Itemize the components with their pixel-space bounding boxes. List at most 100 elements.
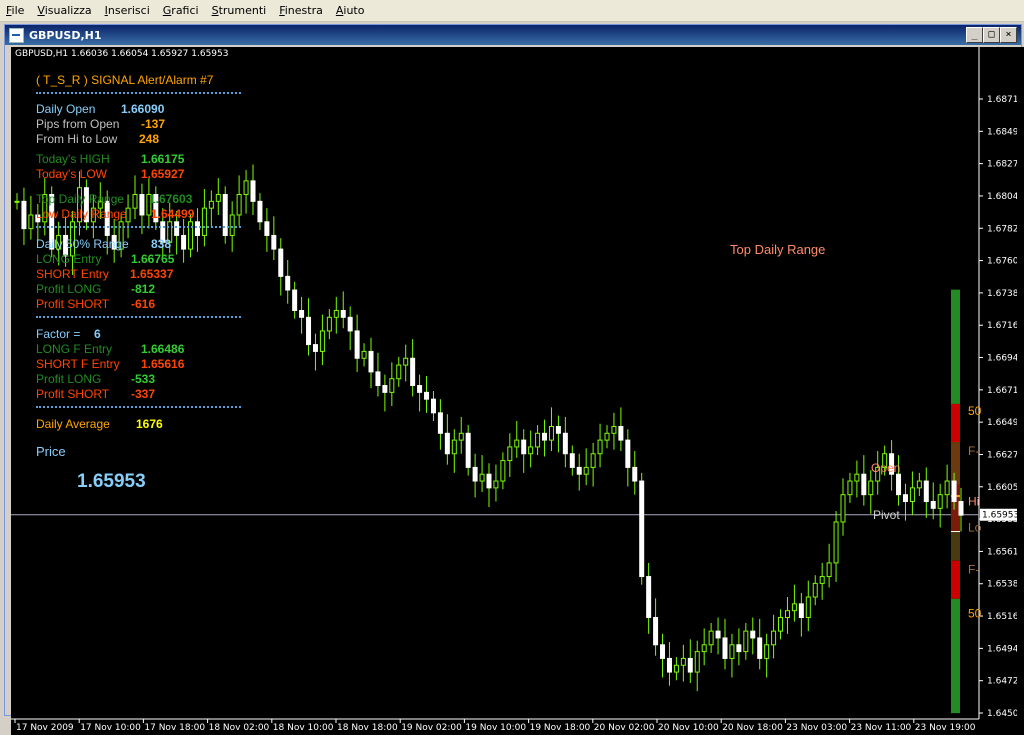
candle-body <box>632 466 638 482</box>
candle-body <box>625 439 631 468</box>
candle-body <box>666 657 672 673</box>
indicator-row-label: Profit SHORT <box>36 297 110 311</box>
candle-body <box>257 200 263 223</box>
candle-body <box>722 637 728 659</box>
candle-body <box>14 200 20 203</box>
maximize-button[interactable]: □ <box>983 27 1000 43</box>
x-tick-label: 17 Nov 2009 <box>16 723 74 733</box>
price-chart[interactable]: 1.68710 1.68490 1.68270 1.68045 1.67825 1.676… <box>11 47 1024 735</box>
candle-body <box>222 194 228 236</box>
candle-body <box>271 234 277 250</box>
y-tick-label: 1.66050 <box>987 483 1017 493</box>
candle-body <box>868 480 874 496</box>
x-tick-label: 18 Nov 10:00 <box>273 723 334 733</box>
candle-body <box>778 616 784 632</box>
y-tick-label: 1.67160 <box>987 321 1017 331</box>
menu-window[interactable]: Finestra <box>273 0 330 21</box>
x-tick-label: 20 Nov 02:00 <box>594 723 655 733</box>
candle-body <box>562 432 568 455</box>
level-band-segment <box>951 442 960 485</box>
candle-body <box>750 630 756 639</box>
level-band-segment <box>951 289 960 404</box>
candle-body <box>208 200 214 209</box>
close-button[interactable]: × <box>1000 27 1017 43</box>
right-level-label: F- <box>968 563 979 577</box>
candle-body <box>861 473 867 496</box>
window-titlebar[interactable]: GBPUSD,H1 <box>5 25 1021 45</box>
candle-body <box>236 194 242 216</box>
y-tick-label: 1.64720 <box>987 677 1017 687</box>
y-tick-label: 1.67825 <box>987 224 1017 234</box>
indicator-row-value: 1.66486 <box>141 342 185 356</box>
candle-body <box>319 330 325 352</box>
menu-help[interactable]: Aiuto <box>330 0 372 21</box>
candle-body <box>937 494 943 509</box>
menu-insert[interactable]: Inserisci <box>99 0 157 21</box>
candle-body <box>264 221 270 236</box>
candle-body <box>653 616 659 646</box>
indicator-row-label: Factor = <box>36 327 81 341</box>
candle-body <box>784 610 790 618</box>
candle-body <box>347 316 353 332</box>
candle-body <box>771 630 777 646</box>
candle-body <box>21 200 27 230</box>
candle-body <box>382 385 388 393</box>
candle-body <box>542 432 548 441</box>
candle-body <box>493 480 499 489</box>
right-level-label: F- <box>968 444 979 458</box>
indicator-row-label: Profit LONG <box>36 282 102 296</box>
chart-canvas: 1.68710 1.68490 1.68270 1.68045 1.67825 1.676… <box>11 47 1017 733</box>
candle-body <box>840 494 846 523</box>
level-band-segment <box>951 531 960 561</box>
indicator-row-label: Daily 50% Range <box>36 237 129 251</box>
candle-body <box>389 378 395 393</box>
candle-body <box>333 309 339 318</box>
candle-body <box>951 480 957 503</box>
menu-view[interactable]: Visualizza <box>31 0 98 21</box>
candle-body <box>472 466 478 482</box>
candle-body <box>833 521 839 564</box>
y-tick-label: 1.65610 <box>987 547 1017 557</box>
y-tick-label: 1.64940 <box>987 644 1017 654</box>
candle-body <box>528 446 534 455</box>
candle-body <box>764 644 770 659</box>
candle-body <box>375 371 381 387</box>
candle-body <box>694 651 700 673</box>
top-daily-range-label: Top Daily Range <box>730 242 826 257</box>
indicator-title: ( T_S_R ) SIGNAL Alert/Alarm #7 <box>36 73 214 87</box>
indicator-row-value: 1676 <box>136 417 163 431</box>
indicator-row-value: -337 <box>131 387 156 401</box>
candle-body <box>521 439 527 455</box>
candle-body <box>847 480 853 496</box>
indicator-row-value: 1.66090 <box>121 102 165 116</box>
indicator-row-value: 838 <box>151 237 172 251</box>
x-tick-label: 20 Nov 18:00 <box>722 723 783 733</box>
candle-body <box>555 425 561 434</box>
right-level-label: Hi <box>968 495 979 509</box>
indicator-row-label: Daily Open <box>36 102 96 116</box>
menu-tools[interactable]: Strumenti <box>206 0 274 21</box>
candle-body <box>437 412 443 434</box>
candle-body <box>618 425 624 441</box>
x-tick-label: 17 Nov 18:00 <box>144 723 205 733</box>
x-tick-label: 23 Nov 11:00 <box>851 723 912 733</box>
candle-body <box>791 603 797 612</box>
candle-body <box>444 432 450 455</box>
candle-body <box>715 630 721 639</box>
candle-body <box>590 453 596 468</box>
right-level-label: 50 <box>968 404 982 418</box>
menu-charts[interactable]: Grafici <box>157 0 206 21</box>
separator <box>36 92 241 94</box>
indicator-row-value: 1.66765 <box>131 252 175 266</box>
indicator-row-label: Today's LOW <box>36 167 107 181</box>
menu-file[interactable]: File <box>0 0 31 21</box>
candle-body <box>896 473 902 496</box>
candle-body <box>902 494 908 503</box>
separator <box>36 406 241 408</box>
level-band-segment <box>951 560 960 599</box>
indicator-row-label: Pips from Open <box>36 117 120 131</box>
minimize-button[interactable]: _ <box>966 27 983 43</box>
candle-body <box>181 234 187 250</box>
candle-body <box>403 357 409 366</box>
chart-window: GBPUSD,H1 _ □ × 1.687101.684901.682701.6… <box>4 24 1024 735</box>
